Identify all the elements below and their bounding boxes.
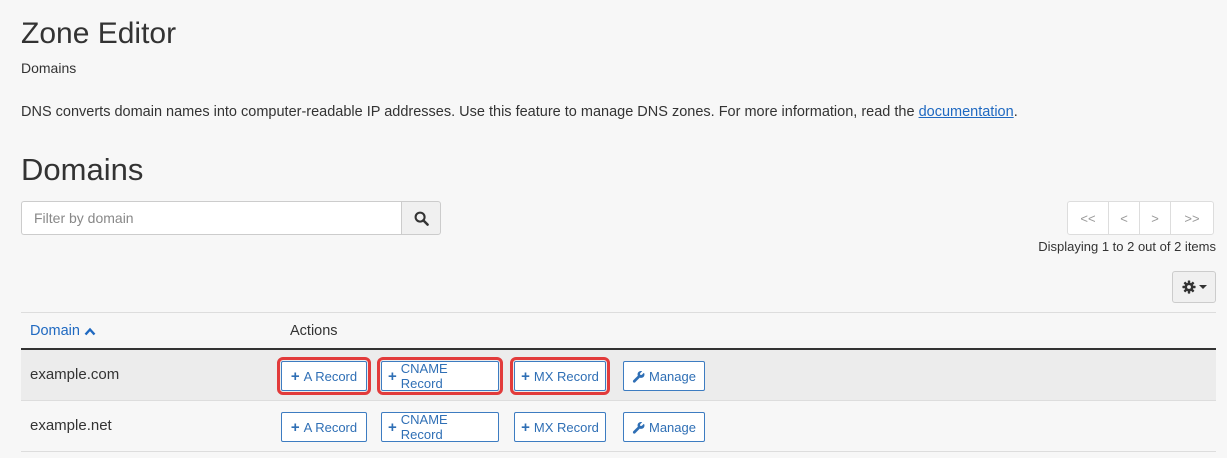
domain-name: example.net: [30, 417, 112, 434]
table-row: example.net + A Record + CNAME Record + MX …: [21, 401, 1216, 452]
plus-icon: +: [388, 418, 397, 436]
filter-group: [21, 201, 441, 235]
plus-icon: +: [388, 367, 397, 385]
domain-name: example.com: [30, 366, 120, 383]
add-a-record-button[interactable]: + A Record: [281, 412, 367, 442]
table-header: Domain Actions: [21, 312, 1216, 350]
caret-down-icon: [1198, 285, 1207, 289]
manage-button[interactable]: Manage: [623, 412, 705, 442]
wrench-icon: [632, 370, 645, 383]
mx-record-label: MX Record: [533, 368, 599, 384]
table-row: example.com + A Record + CNAME Record + MX …: [21, 350, 1216, 401]
display-info: Displaying 1 to 2 out of 2 items: [1038, 239, 1216, 254]
plus-icon: +: [290, 418, 300, 436]
filter-input[interactable]: [21, 201, 401, 235]
wrench-icon: [632, 421, 645, 434]
add-a-record-button[interactable]: + A Record: [277, 357, 371, 395]
page-title: Zone Editor: [21, 17, 177, 50]
sort-by-domain-header[interactable]: Domain: [30, 323, 96, 339]
cname-record-label: CNAME Record: [400, 412, 448, 442]
plus-icon: +: [521, 367, 530, 385]
add-mx-record-button[interactable]: + MX Record: [514, 412, 606, 442]
description-text: DNS converts domain names into computer-…: [21, 104, 919, 120]
search-icon: [414, 211, 429, 226]
add-cname-record-button[interactable]: + CNAME Record: [381, 412, 499, 442]
gear-icon: [1181, 280, 1196, 294]
a-record-label: A Record: [303, 419, 358, 435]
manage-label: Manage: [649, 368, 696, 384]
a-record-label: A Record: [303, 368, 358, 384]
breadcrumb: Domains: [21, 60, 77, 76]
page-description: DNS converts domain names into computer-…: [21, 104, 1018, 120]
pager-prev-button[interactable]: <: [1108, 201, 1140, 235]
description-end: .: [1013, 104, 1018, 120]
settings-dropdown-button[interactable]: [1172, 271, 1216, 303]
pager-last-button[interactable]: >>: [1170, 201, 1214, 235]
add-mx-record-button[interactable]: + MX Record: [510, 357, 610, 395]
actions-header: Actions: [290, 323, 338, 339]
plus-icon: +: [290, 367, 300, 385]
mx-record-label: MX Record: [533, 419, 599, 435]
documentation-link[interactable]: documentation: [919, 104, 1014, 120]
add-cname-record-button[interactable]: + CNAME Record: [377, 357, 503, 395]
section-title: Domains: [21, 152, 144, 187]
domain-header-label: Domain: [30, 323, 80, 339]
search-button[interactable]: [401, 201, 441, 235]
pagination: << < > >>: [1067, 201, 1214, 235]
manage-button[interactable]: Manage: [623, 361, 705, 391]
plus-icon: +: [521, 418, 530, 436]
chevron-up-icon: [84, 327, 96, 335]
domains-table: Domain Actions example.com + A Record + CN…: [21, 312, 1216, 452]
cname-record-label: CNAME Record: [400, 361, 448, 391]
pager-first-button[interactable]: <<: [1067, 201, 1109, 235]
manage-label: Manage: [649, 419, 696, 435]
pager-next-button[interactable]: >: [1139, 201, 1171, 235]
